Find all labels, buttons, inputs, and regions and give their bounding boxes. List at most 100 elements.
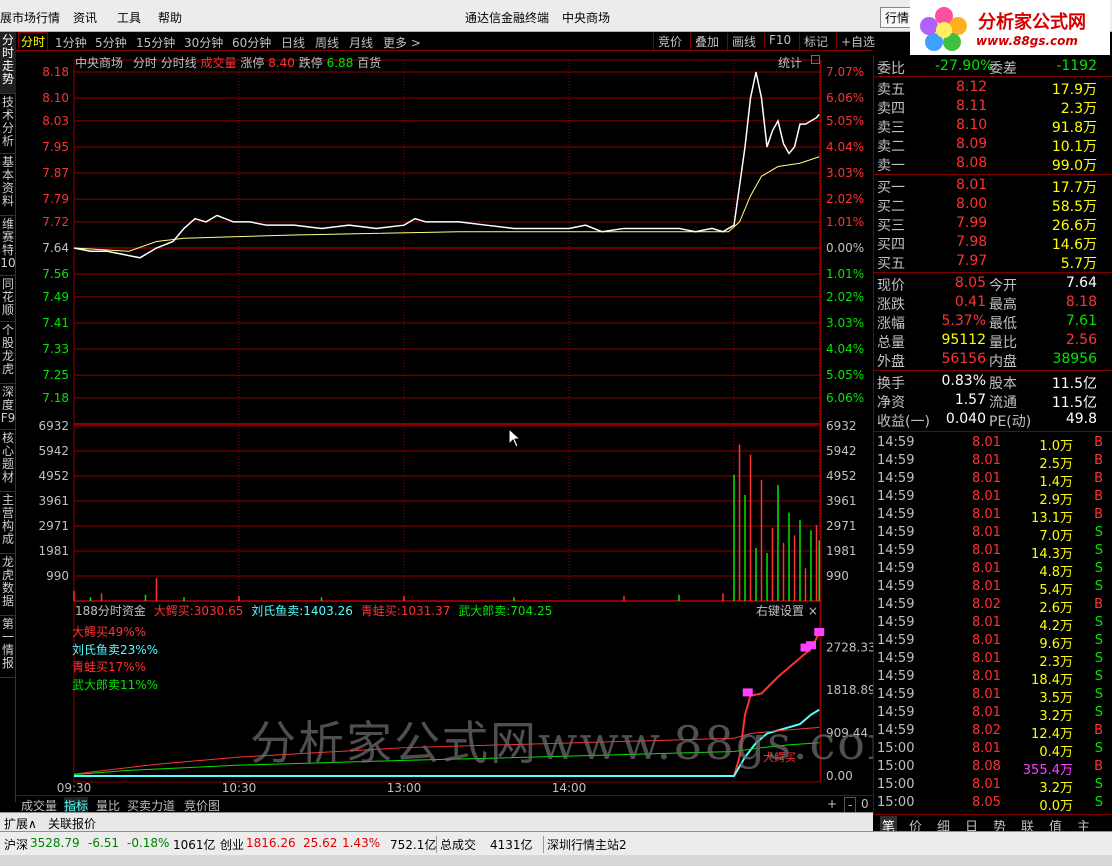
menu-market[interactable]: 展市场行情 (0, 9, 60, 26)
market-button[interactable]: 行情 (880, 7, 915, 28)
mouse-cursor-icon (508, 428, 522, 448)
overlay-button[interactable]: 叠加 (690, 33, 723, 50)
server-name[interactable]: 深圳行情主站2 (543, 836, 627, 853)
pct-tick-label: 2.02% (826, 290, 864, 304)
buy-label: 买三 (877, 218, 905, 234)
buy-price: 7.98 (956, 234, 988, 250)
pct-tick-label: 4.04% (826, 342, 864, 356)
vtab-basic-info[interactable]: 基本资料 (0, 154, 16, 216)
tick-price: 8.01 (972, 453, 1001, 468)
total-amount: 4131亿 (490, 838, 533, 852)
vtab-tonghuashun[interactable]: 同花顺 (0, 276, 16, 322)
menu-help[interactable]: 帮助 (158, 9, 182, 26)
tab-monthly[interactable]: 月线 (349, 34, 373, 51)
tab-5min[interactable]: 5分钟 (95, 34, 127, 51)
chart-frame (73, 59, 821, 783)
stats-button[interactable]: 统计 (778, 54, 802, 71)
zoom-out-button[interactable]: - (844, 797, 857, 813)
volume-bars (73, 444, 821, 601)
related-quotes-button[interactable]: 关联报价 (48, 815, 96, 832)
buy-volume: 17.7万 (1051, 180, 1097, 196)
tick-direction: B (1094, 435, 1103, 450)
add-favorite-button[interactable]: +自选 (836, 33, 879, 50)
sell-price: 8.08 (956, 155, 988, 171)
menu-news[interactable]: 资讯 (73, 9, 97, 26)
flow-legend: 大鳄买49%% 刘氏鱼卖23%% 青蛙买17%% 武大郎卖11%% (72, 624, 158, 694)
cy-label: 创业 (220, 838, 245, 852)
pct-tick-label: 6.06% (826, 91, 864, 105)
tick-row: 14:59 8.01 3.5万 S (874, 686, 1112, 706)
tick-direction: B (1094, 489, 1103, 504)
stock-title: 中央商场 (562, 11, 611, 25)
flow-value-4: 704.25 (510, 604, 553, 618)
header-limit-up: 8.40 (268, 56, 295, 70)
auction-button[interactable]: 竞价 (653, 33, 686, 50)
tick-row: 14:59 8.02 12.4万 B (874, 722, 1112, 742)
draw-line-button[interactable]: 画线 (727, 33, 760, 50)
tick-price: 8.01 (972, 777, 1001, 792)
expand-icon[interactable] (811, 55, 820, 64)
tab-15min[interactable]: 15分钟 (136, 34, 175, 51)
tab-intraday[interactable]: 分时 (18, 32, 49, 51)
finance-value: 1.57 (954, 392, 986, 408)
sell-row: 卖二 8.09 10.1万 (874, 135, 1112, 155)
tab-daily[interactable]: 日线 (281, 34, 305, 51)
tick-price: 8.01 (972, 741, 1001, 756)
vtab-dragon-tiger[interactable]: 个股龙虎 (0, 322, 16, 384)
tick-time: 14:59 (877, 705, 915, 720)
vtab-dragon-data[interactable]: 龙虎数据 (0, 554, 16, 616)
vtab-technical[interactable]: 技术分析 (0, 94, 16, 154)
tick-direction: S (1094, 687, 1103, 702)
price-tick-label: 7.49 (42, 290, 69, 304)
volume-tick-label: 4952 (826, 469, 857, 483)
tick-direction: B (1094, 597, 1103, 612)
tick-direction: S (1094, 741, 1103, 756)
buy-label: 买五 (877, 256, 905, 272)
total-label: 总成交 (436, 836, 476, 853)
mark-button[interactable]: 标记 (799, 33, 832, 50)
flow-settings[interactable]: 右键设置 × (756, 602, 818, 619)
tick-row: 14:59 8.01 13.1万 B (874, 506, 1112, 526)
tab-more[interactable]: 更多 > (383, 34, 421, 51)
vtab-depth-f9[interactable]: 深度F9 (0, 384, 16, 430)
tick-price: 8.02 (972, 597, 1001, 612)
tick-row: 15:00 8.01 3.2万 S (874, 776, 1112, 796)
tick-time: 14:59 (877, 723, 915, 738)
buy-volume: 26.6万 (1051, 218, 1097, 234)
tick-direction: S (1094, 777, 1103, 792)
zoom-in-button[interactable]: + (827, 797, 837, 811)
tab-1min[interactable]: 1分钟 (55, 34, 87, 51)
finance-label-2: 流通 (989, 395, 1017, 411)
tick-direction: S (1094, 525, 1103, 540)
flow-header: 188分时资金 大鳄买:3030.65 刘氏鱼卖:1403.26 青蛙买:103… (75, 602, 552, 619)
vtab-core-theme[interactable]: 核心题材 (0, 430, 16, 492)
price-tick-label: 7.56 (42, 267, 69, 281)
buy-price: 8.01 (956, 177, 988, 193)
flower-logo-icon (920, 7, 967, 51)
buy-row: 买一 8.01 17.7万 (874, 176, 1112, 196)
price-tick-label: 7.25 (42, 368, 69, 382)
tick-price: 8.08 (972, 759, 1001, 774)
reset-button[interactable]: 0 (861, 797, 869, 811)
header-limit-down: 6.88 (326, 56, 354, 70)
vtab-weisaite[interactable]: 维赛特10 (0, 216, 16, 276)
tab-60min[interactable]: 60分钟 (232, 34, 271, 51)
flow-tick-label: 2728.33 (826, 640, 873, 654)
tick-price: 8.01 (972, 435, 1001, 450)
quote-row: 外盘 56156 内盘 38956 (874, 350, 1112, 370)
pct-tick-label: 1.01% (826, 267, 864, 281)
app-title: 通达信金融终端 (465, 11, 550, 25)
vtab-main-business[interactable]: 主营构成 (0, 492, 16, 554)
tab-weekly[interactable]: 周线 (315, 34, 339, 51)
buy-label: 买二 (877, 199, 905, 215)
sell-price: 8.09 (956, 136, 988, 152)
f10-button[interactable]: F10 (764, 33, 795, 47)
sell-price: 8.12 (956, 79, 988, 95)
sell-row: 卖五 8.12 17.9万 (874, 78, 1112, 98)
expand-button[interactable]: 扩展∧ (4, 815, 37, 832)
vtab-intraday[interactable]: 分时走势 (0, 32, 16, 94)
tab-30min[interactable]: 30分钟 (184, 34, 223, 51)
vtab-first-intel[interactable]: 第一情报 (0, 616, 16, 678)
menu-tools[interactable]: 工具 (117, 9, 141, 26)
tick-direction: S (1094, 705, 1103, 720)
